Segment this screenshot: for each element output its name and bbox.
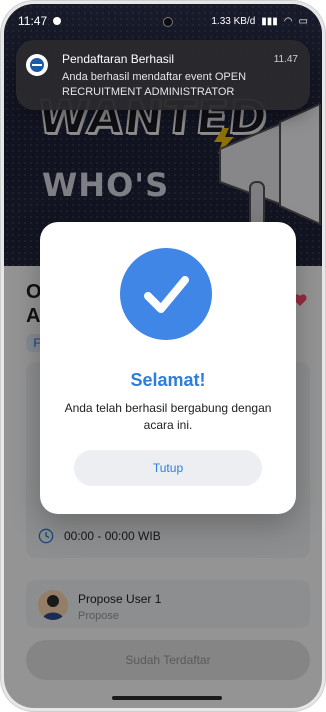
- push-notification[interactable]: Pendaftaran Berhasil 11.47 Anda berhasil…: [16, 40, 310, 110]
- notification-dot-icon: [53, 17, 62, 25]
- notification-body: Anda berhasil mendaftar event OPEN RECRU…: [62, 71, 247, 98]
- close-button[interactable]: Tutup: [74, 450, 262, 486]
- battery-icon: ▭: [298, 15, 308, 27]
- phone-frame: WANTED WHO'S O AI F 00:00 - 00:00 WIB Pr…: [4, 4, 322, 708]
- modal-heading: Selamat!: [130, 370, 206, 390]
- notification-time: 11.47: [273, 54, 298, 65]
- camera-cutout: [163, 17, 173, 27]
- check-icon: [144, 276, 189, 313]
- success-modal: Selamat! Anda telah berhasil bergabung d…: [40, 222, 296, 514]
- status-time: 11:47: [18, 14, 48, 28]
- wifi-icon: ◠: [283, 15, 293, 27]
- net-speed: 1.33 KB/d: [211, 15, 256, 27]
- modal-message: Anda telah berhasil bergabung dengan aca…: [64, 401, 272, 432]
- app-logo-icon: [30, 58, 44, 72]
- notification-title: Pendaftaran Berhasil: [62, 52, 175, 66]
- success-check-circle: [120, 248, 212, 340]
- signal-icon: ▮▮▮: [261, 15, 278, 27]
- app-icon: [26, 54, 48, 76]
